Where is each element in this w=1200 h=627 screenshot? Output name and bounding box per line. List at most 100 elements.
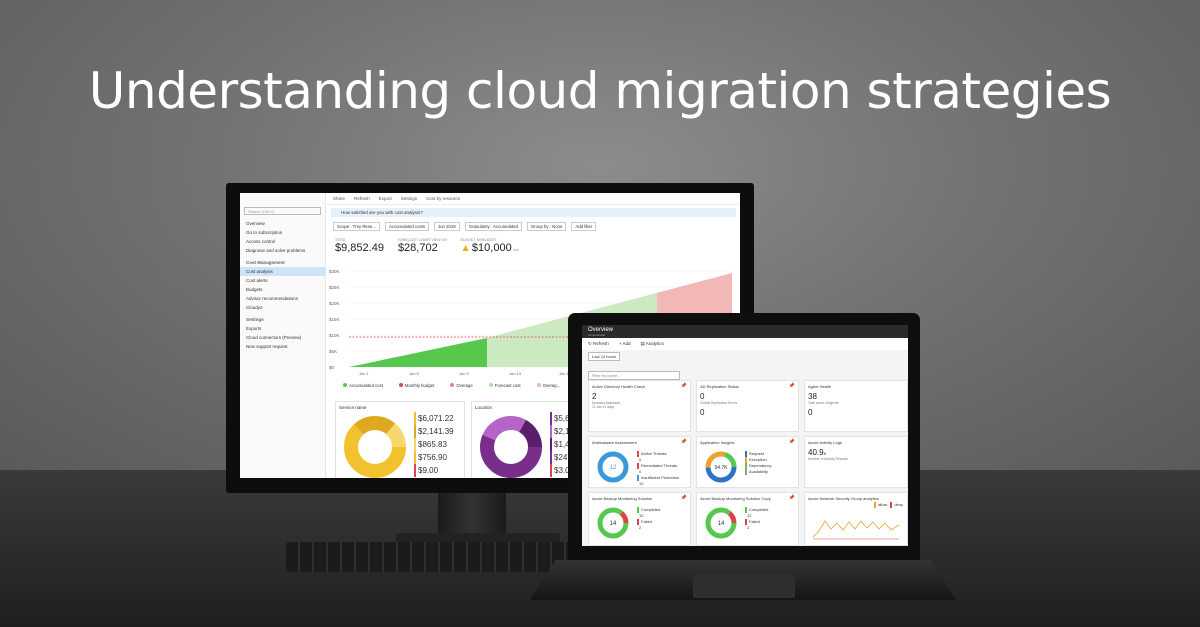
share-button[interactable]: Share xyxy=(333,196,345,201)
refresh-button[interactable]: Refresh xyxy=(354,196,370,201)
tile-application-insights[interactable]: Application Insights 📌 94.7K Request Exc… xyxy=(696,436,799,488)
donut-center-value: 94.7K xyxy=(714,465,728,471)
legend-value: 12 xyxy=(639,481,644,486)
nav-cost-analysis[interactable]: Cost analysis xyxy=(240,267,325,276)
kpi-budget: BUDGET: MYBUDGET ▲ $10,000 /mo xyxy=(461,238,519,254)
granularity-pill[interactable]: Granularity : Accumulated xyxy=(464,222,522,231)
y-tick: $30K xyxy=(329,269,340,274)
filter-by-name-input[interactable]: Filter by name... xyxy=(588,371,680,380)
nav-access-control[interactable]: Access control xyxy=(240,237,325,246)
kpi-budget-value: $10,000 xyxy=(471,242,512,254)
nsg-legend: allow deny xyxy=(874,502,903,508)
tile-nsg-analytics[interactable]: Azure Network Security Group analytics a… xyxy=(804,492,908,546)
tile-title: Application Insights xyxy=(700,440,735,445)
nav-cloud-connectors[interactable]: Cloud connectors (Preview) xyxy=(240,333,325,342)
pin-icon[interactable]: 📌 xyxy=(681,439,687,445)
location-donut xyxy=(480,416,542,478)
antimalware-donut: 12 xyxy=(597,451,629,483)
y-axis-ticks: $30K $25K $20K $15K $10K $5K $0 xyxy=(329,269,340,370)
tile-value: 0 xyxy=(700,392,705,401)
nav-cost-alerts[interactable]: Cost alerts xyxy=(240,276,325,285)
legend-accumulated-cost[interactable]: Accumulated cost xyxy=(343,383,383,388)
tile-extra: 0 xyxy=(700,408,705,417)
monitor-sidebar: Search (Ctrl+/) Overview Go to subscript… xyxy=(240,193,326,478)
legend-overage[interactable]: Overage xyxy=(450,383,472,388)
tile-title: Azure Network Security Group analytics xyxy=(808,496,879,501)
add-filter-button[interactable]: Add filter xyxy=(571,222,597,231)
service-values: $6,071.22 $2,141.39 $865.83 $756.90 $9.0… xyxy=(414,412,454,477)
feedback-banner[interactable]: How satisfied are you with cost analysis… xyxy=(331,208,736,217)
nav-budgets[interactable]: Budgets xyxy=(240,285,325,294)
service-value: $6,071.22 xyxy=(414,412,454,425)
y-tick: $0 xyxy=(329,365,335,370)
tile-value: 38 xyxy=(808,392,817,401)
pin-icon[interactable]: 📌 xyxy=(789,439,795,445)
laptop-add-button[interactable]: + Add xyxy=(619,341,631,347)
analytics-icon: ▤ xyxy=(640,341,645,346)
tile-backup-monitoring[interactable]: Azure Backup Monitoring Solution 📌 14 Co… xyxy=(588,492,691,546)
tile-antimalware[interactable]: Antimalware Assessment 📌 12 Active Threa… xyxy=(588,436,691,488)
tile-title: Azure Activity Logs xyxy=(808,440,842,445)
search-input[interactable]: Search (Ctrl+/) xyxy=(244,207,321,215)
antimalware-legend: Active Threats 0 Remediated Threats 0 In… xyxy=(637,451,679,487)
laptop-trackpad xyxy=(693,575,795,598)
tile-activity-logs[interactable]: Azure Activity Logs 40.9K Number of Acti… xyxy=(804,436,908,488)
legend-item: Remediated Threats xyxy=(637,463,679,469)
laptop-refresh-label: Refresh xyxy=(593,341,609,346)
legend-monthly-budget[interactable]: Monthly budget xyxy=(399,383,434,388)
view-pill[interactable]: Accumulated costs xyxy=(384,222,429,231)
kpi-row: TOTAL $9,852.49 FORECAST: CHART VIEW ON … xyxy=(327,233,740,259)
service-panel-title[interactable]: Service name xyxy=(339,405,461,410)
settings-button[interactable]: Settings xyxy=(401,196,417,201)
app-insights-donut: 94.7K xyxy=(705,451,737,483)
legend-forecast-cost[interactable]: Forecast cost xyxy=(489,383,521,388)
x-tick: Jun 13 xyxy=(509,371,522,376)
x-tick: Jun 1 xyxy=(359,371,370,376)
tile-ad-health[interactable]: Active Directory Health Check 📌 2 Domain… xyxy=(588,380,691,432)
laptop-subtitle: contosoretail xyxy=(588,333,606,337)
cost-by-resource-button[interactable]: Cost by resource xyxy=(426,196,460,201)
tile-backup-monitoring-copy[interactable]: Azure Backup Monitoring Solution Copy 📌 … xyxy=(696,492,799,546)
nav-go-to-subscription[interactable]: Go to subscription xyxy=(240,228,325,237)
date-pill[interactable]: Jun 2019 xyxy=(434,222,460,231)
tile-subtitle: Total count of agents xyxy=(808,401,839,405)
kpi-actual-value: $9,852.49 xyxy=(335,242,384,254)
scope-pill[interactable]: Scope : Trey Rese... xyxy=(333,222,380,231)
y-tick: $10K xyxy=(329,333,340,338)
tile-ad-replication[interactable]: AD Replication Status 📌 0 Critical Repli… xyxy=(696,380,799,432)
nsg-line-chart xyxy=(812,520,900,540)
service-donut xyxy=(344,416,406,478)
pin-icon[interactable]: 📌 xyxy=(681,495,687,501)
filter-bar: Scope : Trey Rese... Accumulated costs J… xyxy=(327,220,740,233)
tile-title: AD Replication Status xyxy=(700,384,739,389)
laptop-analytics-button[interactable]: ▤ Analytics xyxy=(640,341,663,347)
app-insights-legend: Request Exception Dependency Availabilit… xyxy=(745,451,771,475)
donut-center-value: 12 xyxy=(610,465,617,471)
nav-diagnose[interactable]: Diagnose and solve problems xyxy=(240,246,325,255)
legend-item: allow xyxy=(874,502,887,508)
pin-icon[interactable]: 📌 xyxy=(789,495,795,501)
nav-exports[interactable]: Exports xyxy=(240,324,325,333)
nav-overview[interactable]: Overview xyxy=(240,219,325,228)
nav-new-support-request[interactable]: New support request xyxy=(240,342,325,351)
nav-advisor[interactable]: Advisor recommendations xyxy=(240,294,325,303)
backup-donut: 14 xyxy=(597,507,629,539)
laptop-refresh-button[interactable]: ↻ Refresh xyxy=(588,341,609,347)
y-tick: $25K xyxy=(329,285,340,290)
group-by-pill[interactable]: Group by : None xyxy=(526,222,567,231)
laptop: Overview contosoretail ↻ Refresh + Add ▤… xyxy=(568,313,920,560)
time-range-button[interactable]: Last 24 hours xyxy=(588,352,621,361)
legend-overage-forecast[interactable]: Overag... xyxy=(537,383,561,388)
export-button[interactable]: Export xyxy=(379,196,392,201)
tile-title: Antimalware Assessment xyxy=(592,440,637,445)
service-name-panel: Service name $6,071.22 $2,141.39 $865.83… xyxy=(335,401,465,478)
pin-icon[interactable]: 📌 xyxy=(681,383,687,389)
sidebar-nav: Overview Go to subscription Access contr… xyxy=(240,219,325,351)
y-tick: $15K xyxy=(329,317,340,322)
pin-icon[interactable]: 📌 xyxy=(789,383,795,389)
nav-group-settings: Settings xyxy=(246,317,264,322)
kpi-forecast-value: $28,702 xyxy=(397,242,438,254)
nav-cloudyn[interactable]: Cloudyn xyxy=(240,303,325,312)
tile-agent-health[interactable]: Agent Health 38 Total count of agents 0 xyxy=(804,380,908,432)
keyboard xyxy=(286,542,582,572)
